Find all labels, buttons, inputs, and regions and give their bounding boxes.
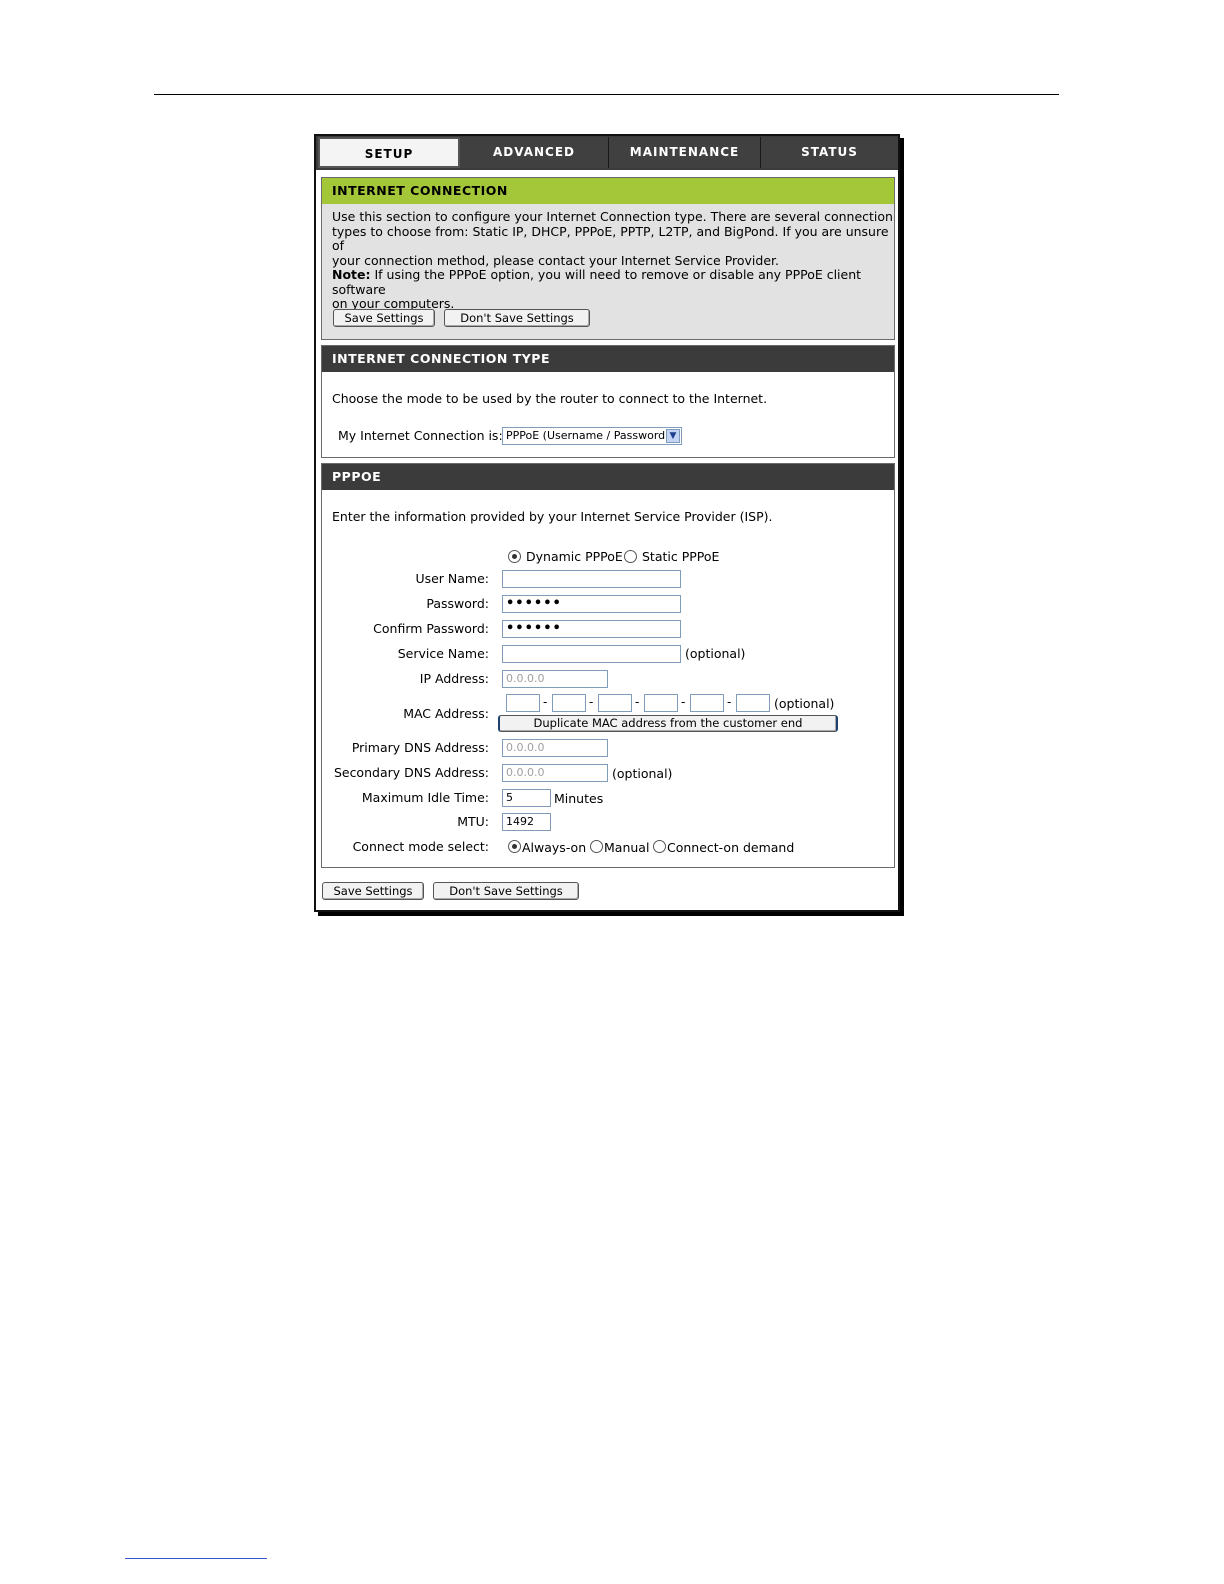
confirm-password-input[interactable]: •••••• — [502, 620, 681, 638]
mac-separator: - — [727, 695, 732, 709]
static-pppoe-radio[interactable] — [624, 550, 637, 563]
mtu-label: MTU: — [457, 814, 489, 829]
description-line: types to choose from: Static IP, DHCP, P… — [332, 223, 889, 253]
internet-connection-description: Use this section to configure your Inter… — [332, 209, 894, 268]
mac-separator: - — [543, 695, 548, 709]
ip-address-input[interactable]: 0.0.0.0 — [502, 670, 608, 688]
tab-setup[interactable]: SETUP — [318, 137, 460, 168]
tab-status[interactable]: STATUS — [761, 137, 898, 168]
max-idle-time-label: Maximum Idle Time: — [361, 790, 489, 805]
mac-address-label: MAC Address: — [403, 706, 489, 721]
save-settings-button[interactable]: Save Settings — [333, 309, 435, 327]
footer-save-settings-button[interactable]: Save Settings — [322, 882, 424, 900]
note-label: Note: — [332, 267, 371, 282]
primary-dns-label: Primary DNS Address: — [351, 740, 489, 755]
footer-dont-save-settings-button[interactable]: Don't Save Settings — [433, 882, 579, 900]
pppoe-title: PPPOE — [322, 464, 894, 490]
connect-on-demand-radio[interactable] — [653, 840, 666, 853]
pppoe-description: Enter the information provided by your I… — [332, 509, 773, 524]
mac-octet-1-input[interactable] — [506, 694, 540, 712]
connection-type-select[interactable]: PPPoE (Username / Password) ▼ — [502, 427, 682, 445]
service-name-optional: (optional) — [685, 646, 746, 661]
mac-separator: - — [681, 695, 686, 709]
mac-separator: - — [635, 695, 640, 709]
connection-type-description: Choose the mode to be used by the router… — [332, 391, 768, 406]
description-line: Use this section to configure your Inter… — [332, 209, 893, 224]
user-name-label: User Name: — [415, 571, 489, 586]
manual-radio[interactable] — [590, 840, 603, 853]
connect-on-demand-label: Connect-on demand — [667, 840, 795, 855]
footnote-rule — [125, 1558, 267, 1559]
mac-octet-3-input[interactable] — [598, 694, 632, 712]
pppoe-panel: PPPOE Enter the information provided by … — [321, 463, 895, 868]
max-idle-time-input[interactable]: 5 — [502, 789, 551, 807]
ip-address-label: IP Address: — [419, 671, 489, 686]
connection-type-title: INTERNET CONNECTION TYPE — [322, 346, 894, 372]
max-idle-time-unit: Minutes — [554, 791, 604, 806]
static-pppoe-label: Static PPPoE — [642, 549, 720, 564]
secondary-dns-label: Secondary DNS Address: — [333, 765, 489, 780]
dynamic-pppoe-radio[interactable] — [508, 550, 521, 563]
primary-dns-input[interactable]: 0.0.0.0 — [502, 739, 608, 757]
mac-octet-6-input[interactable] — [736, 694, 770, 712]
internet-connection-panel: INTERNET CONNECTION Use this section to … — [321, 177, 895, 340]
service-name-label: Service Name: — [397, 646, 489, 661]
user-name-input[interactable] — [502, 570, 681, 588]
note-text: If using the PPPoE option, you will need… — [332, 267, 862, 297]
connect-mode-label: Connect mode select: — [352, 839, 489, 854]
manual-label: Manual — [604, 840, 650, 855]
chevron-down-icon[interactable]: ▼ — [666, 429, 680, 443]
secondary-dns-input[interactable]: 0.0.0.0 — [502, 764, 608, 782]
connection-type-label: My Internet Connection is: — [338, 428, 503, 443]
always-on-label: Always-on — [522, 840, 587, 855]
page-header-rule — [154, 94, 1059, 95]
mac-separator: - — [589, 695, 594, 709]
description-line: your connection method, please contact y… — [332, 252, 779, 268]
mac-octet-5-input[interactable] — [690, 694, 724, 712]
duplicate-mac-button[interactable]: Duplicate MAC address from the customer … — [498, 715, 838, 732]
mac-octet-4-input[interactable] — [644, 694, 678, 712]
dynamic-pppoe-label: Dynamic PPPoE — [526, 549, 623, 564]
mac-octet-2-input[interactable] — [552, 694, 586, 712]
tab-advanced[interactable]: ADVANCED — [460, 137, 609, 168]
mtu-input[interactable]: 1492 — [502, 813, 551, 831]
always-on-radio[interactable] — [508, 840, 521, 853]
password-input[interactable]: •••••• — [502, 595, 681, 613]
pppoe-note: Note: If using the PPPoE option, you wil… — [332, 267, 894, 312]
service-name-input[interactable] — [502, 645, 681, 663]
confirm-password-label: Confirm Password: — [373, 621, 489, 636]
main-tabs: SETUP ADVANCED MAINTENANCE STATUS — [316, 136, 898, 170]
connection-type-panel: INTERNET CONNECTION TYPE Choose the mode… — [321, 345, 895, 458]
secondary-dns-optional: (optional) — [612, 766, 673, 781]
internet-connection-title: INTERNET CONNECTION — [322, 178, 894, 204]
tab-maintenance[interactable]: MAINTENANCE — [609, 137, 761, 168]
connection-type-selected-value: PPPoE (Username / Password) — [506, 429, 670, 442]
password-label: Password: — [426, 596, 489, 611]
router-setup-screenshot: SETUP ADVANCED MAINTENANCE STATUS INTERN… — [314, 134, 900, 912]
dont-save-settings-button[interactable]: Don't Save Settings — [444, 309, 590, 327]
mac-address-optional: (optional) — [774, 696, 835, 711]
